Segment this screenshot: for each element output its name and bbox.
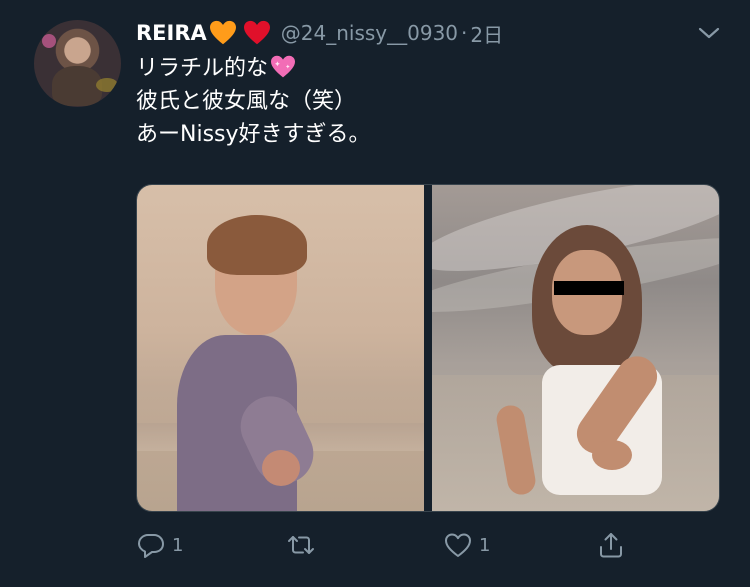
share-icon (600, 533, 622, 558)
tweet-text-line-1: リラチル的な (136, 56, 269, 81)
tweet-text-line-3: あーNissy好きすぎる。 (136, 122, 371, 147)
tweet-text-line: リラチル的な (136, 52, 716, 85)
reply-count: 1 (172, 534, 184, 556)
retweet-button[interactable] (286, 530, 322, 560)
display-name[interactable]: REIRA (136, 21, 207, 45)
heart-outline-icon (445, 533, 471, 557)
like-count: 1 (479, 534, 491, 556)
orange-heart-icon (209, 20, 236, 45)
avatar[interactable] (34, 20, 121, 107)
tweet-actions: 1 1 (136, 530, 636, 570)
reply-icon (138, 534, 164, 558)
separator-dot: · (461, 21, 468, 45)
chevron-down-icon[interactable] (697, 24, 721, 42)
photo-shape (207, 215, 307, 275)
user-handle[interactable]: @24_nissy__0930 (281, 21, 458, 45)
censor-bar (554, 281, 624, 295)
media-container (136, 184, 720, 512)
like-button[interactable]: 1 (443, 530, 490, 560)
retweet-icon (288, 536, 314, 554)
tweet-header: REIRA @24_nissy__0930 · 2日 (136, 16, 503, 50)
photo-right[interactable] (432, 185, 719, 511)
sparkling-heart-icon (271, 55, 296, 78)
timestamp[interactable]: 2日 (470, 19, 503, 48)
avatar-shape (52, 66, 102, 106)
photo-left[interactable] (137, 185, 424, 511)
photo-shape (592, 440, 632, 470)
red-heart-icon (243, 20, 270, 45)
tweet-text-line-2: 彼氏と彼女風な（笑） (136, 89, 357, 114)
photo-shape (262, 450, 300, 486)
reply-button[interactable]: 1 (136, 530, 183, 560)
avatar-shape (96, 78, 118, 92)
share-button[interactable] (596, 530, 626, 560)
tweet-text: リラチル的な 彼氏と彼女風な（笑） あーNissy好きすぎる。 (136, 52, 716, 151)
avatar-shape (42, 34, 56, 48)
